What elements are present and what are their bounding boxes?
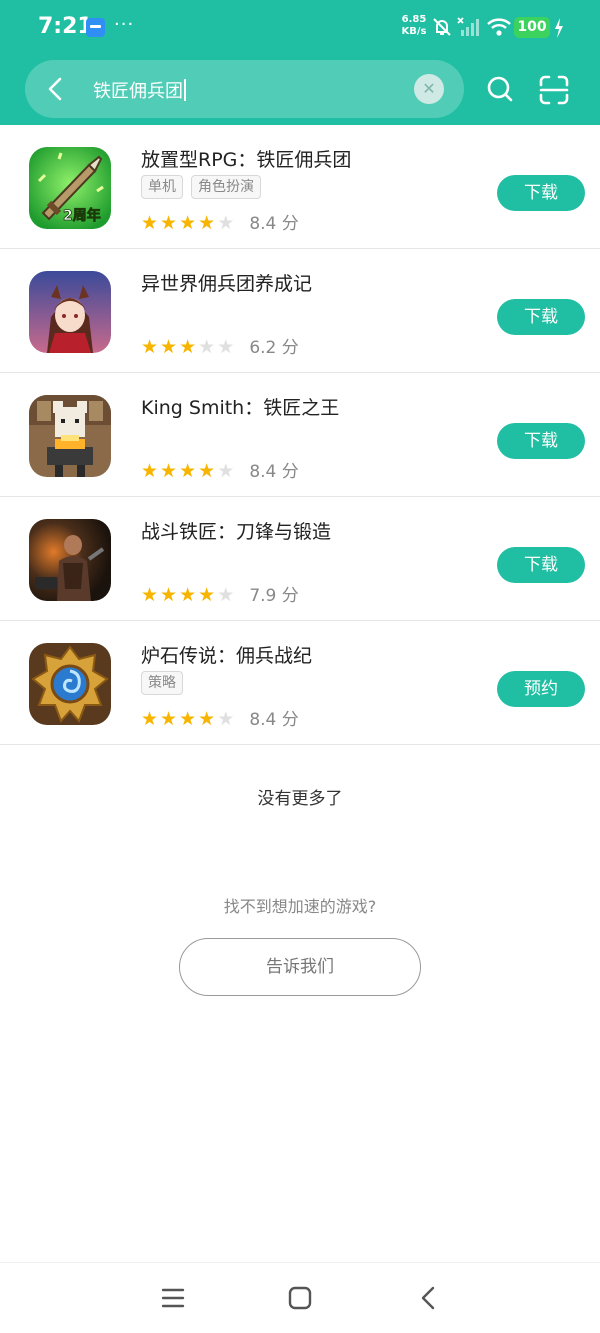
status-time: 7:21	[38, 14, 93, 39]
pixel-smith-icon[interactable]	[29, 395, 111, 477]
search-bar[interactable]: 铁匠佣兵团 ✕	[25, 60, 464, 118]
star-icon: ★	[179, 460, 197, 482]
star-icon: ★	[141, 708, 159, 730]
game-title[interactable]: King Smith：铁匠之王	[141, 393, 339, 420]
anniversary-badge: 2周年	[63, 207, 101, 224]
clear-icon: ✕	[422, 79, 436, 98]
game-title[interactable]: 放置型RPG：铁匠佣兵团	[141, 145, 351, 172]
star-empty-icon: ★	[217, 584, 235, 606]
game-tags: 单机 角色扮演	[141, 175, 269, 199]
game-score: 8.4 分	[249, 462, 299, 482]
star-empty-icon: ★	[217, 708, 235, 730]
back-arrow-icon[interactable]	[45, 76, 67, 102]
game-list: 2周年 放置型RPG：铁匠佣兵团 单机 角色扮演 ★ ★ ★ ★ ★ 8.4 分 下载	[0, 125, 600, 745]
not-found-prompt: 找不到想加速的游戏?	[223, 897, 377, 916]
star-icon: ★	[160, 336, 178, 358]
network-speed-unit: KB/s	[401, 26, 427, 37]
game-tag[interactable]: 角色扮演	[191, 175, 261, 199]
scan-icon[interactable]	[538, 74, 570, 106]
star-empty-icon: ★	[217, 460, 235, 482]
star-icon: ★	[179, 584, 197, 606]
game-score: 6.2 分	[249, 338, 299, 358]
game-row[interactable]: 战斗铁匠：刀锋与锻造 ★ ★ ★ ★ ★ 7.9 分 下载	[0, 497, 600, 621]
hearthstone-icon[interactable]	[29, 643, 111, 725]
star-empty-icon: ★	[217, 336, 235, 358]
game-score: 8.4 分	[249, 710, 299, 730]
network-speed: 6.85 KB/s	[399, 14, 429, 38]
game-row[interactable]: 炉石传说：佣兵战纪 策略 ★ ★ ★ ★ ★ 8.4 分 预约	[0, 621, 600, 745]
star-icon: ★	[198, 584, 216, 606]
end-of-list-text: 没有更多了	[257, 789, 343, 809]
menu-icon[interactable]	[160, 1285, 186, 1311]
star-icon: ★	[160, 460, 178, 482]
star-empty-icon: ★	[198, 336, 216, 358]
star-icon: ★	[141, 584, 159, 606]
reserve-button[interactable]: 预约	[497, 671, 585, 707]
game-rating: ★ ★ ★ ★ ★ 8.4 分	[141, 209, 299, 234]
idle-rpg-sword-icon[interactable]: 2周年	[29, 147, 111, 229]
more-notifications-icon: ···	[114, 14, 135, 35]
star-icon: ★	[179, 336, 197, 358]
star-icon: ★	[160, 212, 178, 234]
game-row[interactable]: 2周年 放置型RPG：铁匠佣兵团 单机 角色扮演 ★ ★ ★ ★ ★ 8.4 分 下载	[0, 125, 600, 249]
game-rating: ★ ★ ★ ★ ★ 7.9 分	[141, 581, 299, 606]
home-icon[interactable]	[287, 1285, 313, 1311]
status-bar: 7:21 ··· 6.85 KB/s 100	[0, 0, 600, 56]
game-rating: ★ ★ ★ ★ ★ 8.4 分	[141, 705, 299, 730]
star-empty-icon: ★	[217, 212, 235, 234]
star-icon: ★	[179, 708, 197, 730]
notification-app-icon	[86, 18, 105, 37]
game-title[interactable]: 异世界佣兵团养成记	[141, 269, 312, 296]
star-icon: ★	[198, 460, 216, 482]
clear-search-button[interactable]: ✕	[414, 74, 444, 104]
battery-indicator: 100	[514, 17, 550, 38]
game-score: 8.4 分	[249, 214, 299, 234]
star-icon: ★	[160, 708, 178, 730]
game-row[interactable]: 异世界佣兵团养成记 ★ ★ ★ ★ ★ 6.2 分 下载	[0, 249, 600, 373]
game-tag[interactable]: 单机	[141, 175, 183, 199]
star-icon: ★	[141, 336, 159, 358]
anime-girl-icon[interactable]	[29, 271, 111, 353]
star-icon: ★	[141, 460, 159, 482]
download-button[interactable]: 下载	[497, 423, 585, 459]
search-input[interactable]: 铁匠佣兵团	[93, 77, 186, 103]
search-icon[interactable]	[486, 75, 514, 103]
search-query: 铁匠佣兵团	[93, 81, 183, 102]
network-speed-value: 6.85	[401, 14, 427, 25]
header: 7:21 ··· 6.85 KB/s 100 铁匠佣兵团 ✕	[0, 0, 600, 125]
star-icon: ★	[179, 212, 197, 234]
star-icon: ★	[198, 708, 216, 730]
cellular-signal-icon	[457, 17, 479, 36]
game-rating: ★ ★ ★ ★ ★ 8.4 分	[141, 457, 299, 482]
back-icon[interactable]	[416, 1285, 442, 1311]
star-icon: ★	[141, 212, 159, 234]
tell-us-button[interactable]: 告诉我们	[179, 938, 421, 996]
game-title[interactable]: 炉石传说：佣兵战纪	[141, 641, 312, 668]
star-icon: ★	[198, 212, 216, 234]
wifi-icon	[487, 18, 511, 36]
star-icon: ★	[160, 584, 178, 606]
download-button[interactable]: 下载	[497, 175, 585, 211]
game-score: 7.9 分	[249, 586, 299, 606]
blacksmith-forge-icon[interactable]	[29, 519, 111, 601]
mute-bell-icon	[433, 18, 451, 36]
text-caret	[184, 79, 186, 101]
game-title[interactable]: 战斗铁匠：刀锋与锻造	[141, 517, 331, 544]
system-nav-bar	[0, 1262, 600, 1333]
game-rating: ★ ★ ★ ★ ★ 6.2 分	[141, 333, 299, 358]
download-button[interactable]: 下载	[497, 299, 585, 335]
game-tags: 策略	[141, 671, 191, 695]
game-tag[interactable]: 策略	[141, 671, 183, 695]
game-row[interactable]: King Smith：铁匠之王 ★ ★ ★ ★ ★ 8.4 分 下载	[0, 373, 600, 497]
charging-bolt-icon	[555, 18, 563, 38]
download-button[interactable]: 下载	[497, 547, 585, 583]
